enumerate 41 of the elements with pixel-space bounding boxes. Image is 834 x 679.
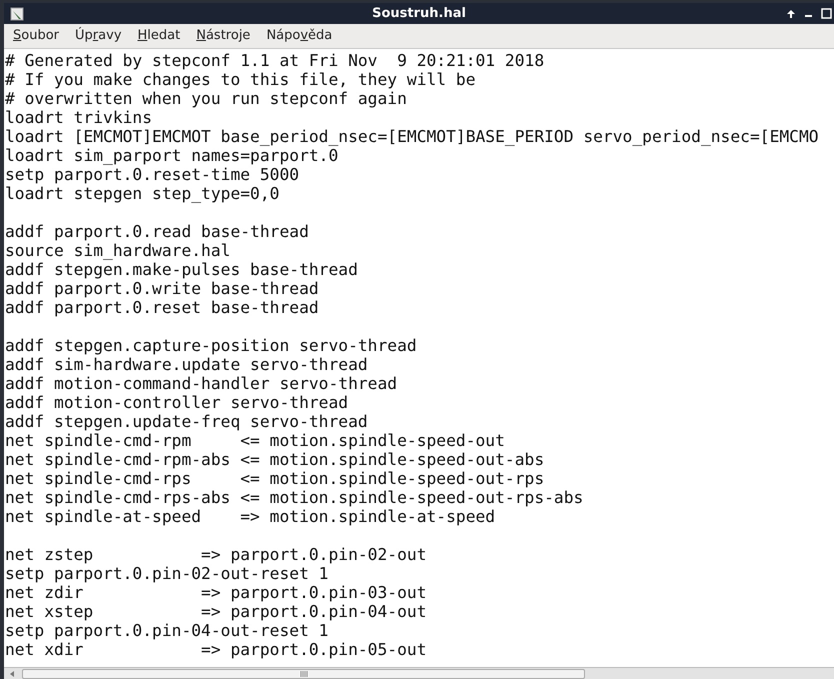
code-line: addf parport.0.write base-thread [5,279,319,298]
code-line: loadrt [EMCMOT]EMCMOT base_period_nsec=[EMCMOT]BASE_PERIOD servo_period_nsec=[EMCMO [5,127,819,146]
code-line: addf motion-controller servo-thread [5,393,348,412]
code-line: net spindle-cmd-rpm <= motion.spindle-speed-out [5,431,505,450]
editor-area[interactable] [4,49,834,667]
code-line: setp parport.0.pin-02-out-reset 1 [5,564,328,583]
code-line: # Generated by stepconf 1.1 at Fri Nov 9 20:21:01 2018 [5,51,544,70]
menu-item[interactable]: Hledat [136,26,182,46]
code-line: addf stepgen.make-pulses base-thread [5,260,358,279]
code-line: # If you make changes to this file, they will be [5,70,476,89]
code-line: source sim_hardware.hal [5,241,230,260]
code-line: net xdir => parport.0.pin-05-out [5,640,426,659]
code-line: net spindle-cmd-rpm-abs <= motion.spindle-speed-out-abs [5,450,544,469]
scroll-left-icon[interactable] [8,670,16,678]
code-line: addf stepgen.capture-position servo-thread [5,336,417,355]
menu-item[interactable]: Nápověda [264,26,334,46]
code-line: net zdir => parport.0.pin-03-out [5,583,426,602]
menu-item[interactable]: Soubor [11,26,62,46]
code-line: setp parport.0.pin-04-out-reset 1 [5,621,328,640]
code-line: net spindle-at-speed => motion.spindle-at-speed [5,507,496,526]
code-line: net spindle-cmd-rps <= motion.spindle-speed-out-rps [5,469,544,488]
arrow-up-icon[interactable] [786,8,796,18]
menu-item[interactable]: Úpravy [73,26,124,46]
scrollbar-thumb[interactable] [22,668,585,678]
code-line: setp parport.0.reset-time 5000 [5,165,300,184]
code-line: addf sim-hardware.update servo-thread [5,355,368,374]
maximize-icon[interactable] [821,8,832,19]
window-title: Soustruh.hal [371,4,467,23]
code-line: addf parport.0.read base-thread [5,222,309,241]
code-line: loadrt stepgen step_type=0,0 [5,184,280,203]
code-line: addf parport.0.reset base-thread [5,298,319,317]
menu-item[interactable]: Nástroje [194,26,252,46]
code-line: net xstep => parport.0.pin-04-out [5,602,426,621]
code-line: # overwritten when you run stepconf again [5,89,407,108]
code-line: net spindle-cmd-rps-abs <= motion.spindle-speed-out-rps-abs [5,488,584,507]
code-line: loadrt trivkins [5,108,152,127]
code-line: net zstep => parport.0.pin-02-out [5,545,426,564]
code-line: addf stepgen.update-freq servo-thread [5,412,368,431]
app-icon [10,6,24,20]
code-line: loadrt sim_parport names=parport.0 [5,146,338,165]
code-line: addf motion-command-handler servo-thread [5,374,398,393]
